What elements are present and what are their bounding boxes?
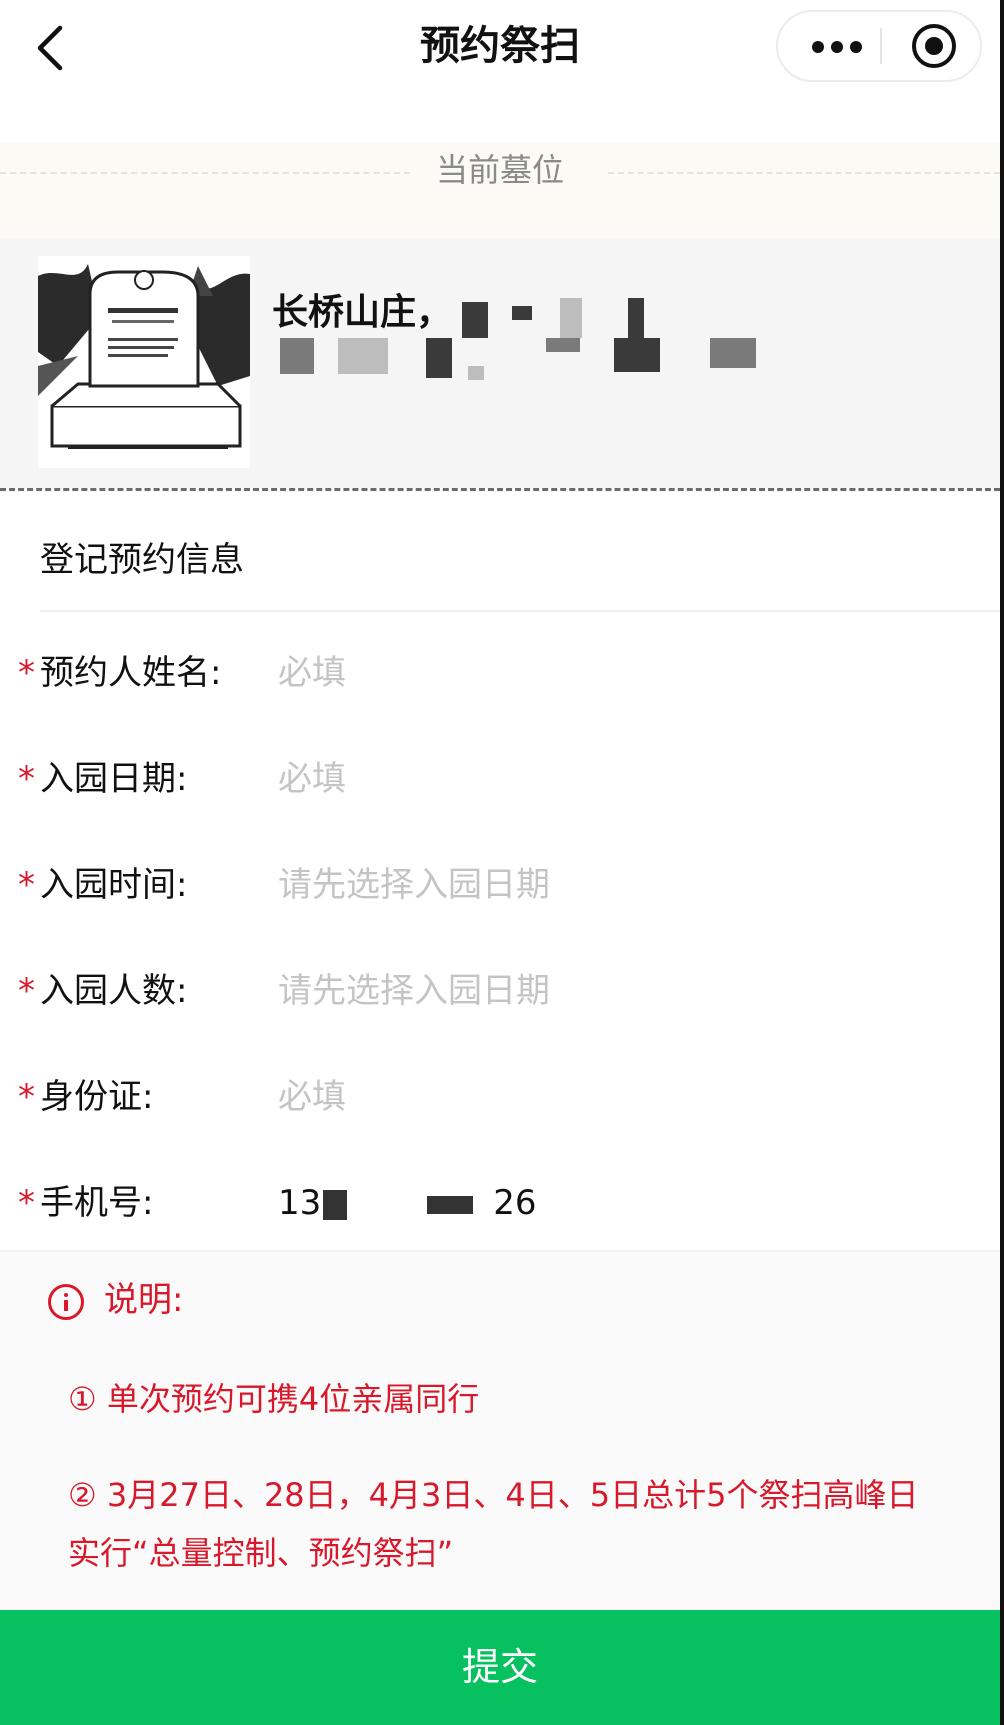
grave-card: 长桥山庄， bbox=[0, 238, 1000, 488]
field-label: 入园时间: bbox=[40, 865, 188, 905]
section-heading: 当前墓位 bbox=[435, 151, 564, 189]
redacted-text bbox=[323, 1189, 348, 1220]
redacted-text bbox=[426, 338, 452, 378]
name-input[interactable]: 必填 bbox=[278, 648, 346, 698]
field-label: 手机号: bbox=[40, 1183, 154, 1223]
form-title: 登记预约信息 bbox=[40, 540, 244, 580]
redacted-text bbox=[628, 298, 644, 338]
phone-prefix: 13 bbox=[278, 1183, 322, 1223]
more-button[interactable] bbox=[804, 26, 870, 66]
divider bbox=[0, 488, 1000, 491]
field-entry-time[interactable]: * 入园时间: 请先选择入园日期 bbox=[0, 852, 1000, 932]
entry-time-picker[interactable]: 请先选择入园日期 bbox=[278, 860, 550, 910]
capsule-divider bbox=[880, 28, 882, 64]
window-edge bbox=[1000, 0, 1004, 1725]
current-grave-header: 当前墓位 bbox=[0, 142, 1000, 238]
field-id-card[interactable]: * 身份证: 必填 bbox=[0, 1064, 1000, 1144]
field-label: 身份证: bbox=[40, 1077, 154, 1117]
required-mark: * bbox=[18, 759, 35, 799]
required-mark: * bbox=[18, 1183, 35, 1223]
field-label: 入园人数: bbox=[40, 971, 188, 1011]
redacted-text bbox=[427, 1195, 474, 1214]
required-mark: * bbox=[18, 653, 35, 693]
submit-button[interactable]: 提交 bbox=[0, 1610, 1000, 1725]
visitor-count-picker[interactable]: 请先选择入园日期 bbox=[278, 966, 550, 1016]
field-entry-date[interactable]: * 入园日期: 必填 bbox=[0, 746, 1000, 826]
mini-program-capsule bbox=[776, 10, 982, 82]
phone-input[interactable]: 13 26 bbox=[278, 1178, 537, 1228]
redacted-text bbox=[462, 302, 488, 338]
required-mark: * bbox=[18, 1077, 35, 1117]
navigation-bar: 预约祭扫 bbox=[0, 0, 1000, 96]
info-icon bbox=[48, 1284, 84, 1320]
required-mark: * bbox=[18, 865, 35, 905]
notice-item: ① 单次预约可携4位亲属同行 bbox=[68, 1380, 480, 1418]
page: 预约祭扫 当前墓位 长桥山庄， 登记预约信息 * 预约人姓名: 必填 * 入园日… bbox=[0, 0, 1000, 1725]
field-visitor-count[interactable]: * 入园人数: 请先选择入园日期 bbox=[0, 958, 1000, 1038]
cemetery-name: 长桥山庄， bbox=[272, 292, 453, 333]
field-phone[interactable]: * 手机号: 13 26 bbox=[0, 1170, 1000, 1250]
notice-title: 说明: bbox=[104, 1280, 184, 1320]
phone-suffix: 26 bbox=[493, 1183, 537, 1223]
tombstone-image bbox=[38, 256, 250, 468]
redacted-text bbox=[280, 338, 314, 374]
redacted-text bbox=[710, 338, 756, 368]
redacted-text bbox=[468, 366, 484, 380]
field-label: 入园日期: bbox=[40, 759, 188, 799]
notice-item: ② 3月27日、28日，4月3日、4日、5日总计5个祭扫高峰日 bbox=[68, 1476, 919, 1514]
divider bbox=[40, 610, 1000, 612]
redacted-text bbox=[338, 338, 388, 374]
redacted-text bbox=[560, 298, 582, 338]
close-mini-program-button[interactable] bbox=[912, 24, 956, 68]
id-card-input[interactable]: 必填 bbox=[278, 1072, 346, 1122]
notice-panel: 说明: ① 单次预约可携4位亲属同行 ② 3月27日、28日，4月3日、4日、5… bbox=[0, 1250, 1000, 1612]
field-label: 预约人姓名: bbox=[40, 653, 222, 693]
required-mark: * bbox=[18, 971, 35, 1011]
redacted-text bbox=[512, 306, 532, 320]
field-name[interactable]: * 预约人姓名: 必填 bbox=[0, 640, 1000, 720]
notice-item: 实行“总量控制、预约祭扫” bbox=[68, 1534, 454, 1572]
entry-date-picker[interactable]: 必填 bbox=[278, 754, 346, 804]
redacted-text bbox=[614, 338, 660, 372]
redacted-text bbox=[546, 338, 580, 352]
